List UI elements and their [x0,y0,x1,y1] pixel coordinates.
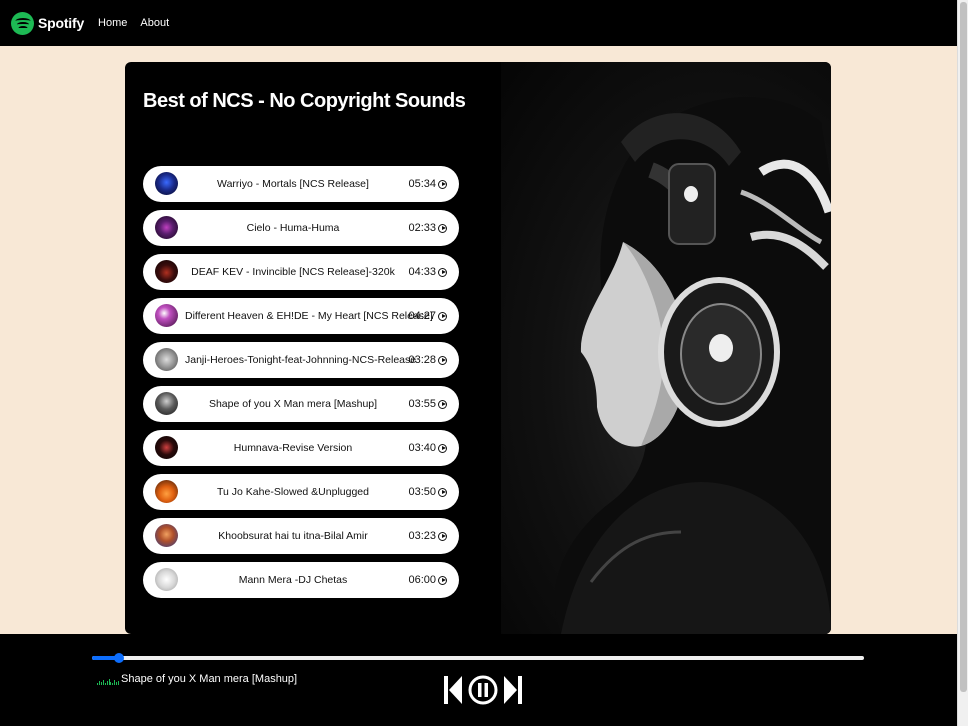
song-name: DEAF KEV - Invincible [NCS Release]-320k [191,266,395,278]
play-circle-icon[interactable] [438,311,447,321]
song-cover-image [155,348,178,371]
song-duration: 03:28 [408,354,447,366]
song-duration: 03:50 [408,486,447,498]
song-name: Different Heaven & EH!DE - My Heart [NCS… [185,310,433,322]
brand[interactable]: Spotify [11,11,85,35]
play-circle-icon[interactable] [438,575,447,585]
song-list: Warriyo - Mortals [NCS Release] 05:34 Ci… [143,166,459,606]
now-playing-title: Shape of you X Man mera [Mashup] [121,673,298,685]
song-name: Shape of you X Man mera [Mashup] [208,398,378,410]
hero-image [501,62,831,634]
song-item[interactable]: Khoobsurat hai tu itna-Bilal Amir 03:23 [143,518,459,554]
song-item[interactable]: Mann Mera -DJ Chetas 06:00 [143,562,459,598]
pause-icon[interactable] [468,675,498,705]
nav-link-about[interactable]: About [140,17,169,29]
song-cover-image [155,216,178,239]
song-item[interactable]: Shape of you X Man mera [Mashup] 03:55 [143,386,459,422]
progress-bar[interactable] [92,653,864,663]
scrollbar-thumb[interactable] [960,2,967,692]
play-circle-icon[interactable] [438,399,447,409]
playlist-container: Best of NCS - No Copyright Sounds Warriy… [125,62,831,634]
song-cover-image [155,480,178,503]
play-circle-icon[interactable] [438,267,447,277]
player-bar: Shape of you X Man mera [Mashup] [0,634,957,726]
song-cover-image [155,436,178,459]
song-item[interactable]: Humnava-Revise Version 03:40 [143,430,459,466]
song-item[interactable]: Cielo - Huma-Huma 02:33 [143,210,459,246]
song-duration: 03:40 [408,442,447,454]
song-name: Janji-Heroes-Tonight-feat-Johnning-NCS-R… [185,354,417,366]
play-circle-icon[interactable] [438,487,447,497]
play-circle-icon[interactable] [438,223,447,233]
song-duration: 02:33 [408,222,447,234]
playing-animation-icon [97,679,120,685]
play-circle-icon[interactable] [438,531,447,541]
song-item[interactable]: Different Heaven & EH!DE - My Heart [NCS… [143,298,459,334]
play-circle-icon[interactable] [438,355,447,365]
song-duration: 05:34 [408,178,447,190]
song-item[interactable]: Warriyo - Mortals [NCS Release] 05:34 [143,166,459,202]
song-cover-image [155,304,178,327]
spotify-logo-icon [11,11,34,35]
song-name: Khoobsurat hai tu itna-Bilal Amir [218,530,368,542]
navbar: Spotify Home About [0,0,957,46]
song-item[interactable]: Janji-Heroes-Tonight-feat-Johnning-NCS-R… [143,342,459,378]
player-controls [443,674,523,706]
song-cover-image [155,524,178,547]
brand-name: Spotify [38,15,85,31]
song-cover-image [155,568,178,591]
song-name: Tu Jo Kahe-Slowed &Unplugged [217,486,369,498]
previous-icon[interactable] [443,674,463,706]
song-duration: 04:33 [408,266,447,278]
song-cover-image [155,260,178,283]
song-item[interactable]: Tu Jo Kahe-Slowed &Unplugged 03:50 [143,474,459,510]
song-cover-image [155,392,178,415]
nav-link-home[interactable]: Home [98,17,127,29]
play-circle-icon[interactable] [438,443,447,453]
song-item[interactable]: DEAF KEV - Invincible [NCS Release]-320k… [143,254,459,290]
song-duration: 04:27 [408,310,447,322]
song-duration: 03:55 [408,398,447,410]
progress-handle[interactable] [114,653,125,663]
playlist-title: Best of NCS - No Copyright Sounds [143,90,466,112]
song-cover-image [155,172,178,195]
song-duration: 03:23 [408,530,447,542]
song-name: Warriyo - Mortals [NCS Release] [217,178,369,190]
next-icon[interactable] [503,674,523,706]
song-name: Cielo - Huma-Huma [246,222,340,234]
play-circle-icon[interactable] [438,179,447,189]
song-name: Mann Mera -DJ Chetas [238,574,348,586]
song-name: Humnava-Revise Version [233,442,353,454]
song-duration: 06:00 [408,574,447,586]
page-scrollbar[interactable] [957,0,968,726]
